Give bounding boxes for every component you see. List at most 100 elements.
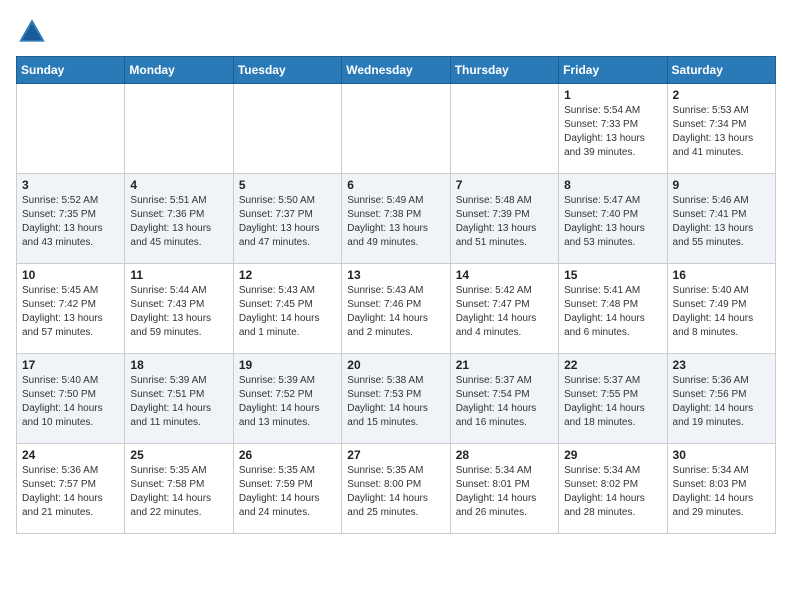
- calendar-cell: 27Sunrise: 5:35 AMSunset: 8:00 PMDayligh…: [342, 444, 450, 534]
- day-info: Sunrise: 5:52 AMSunset: 7:35 PMDaylight:…: [22, 194, 119, 250]
- calendar-cell: 22Sunrise: 5:37 AMSunset: 7:55 PMDayligh…: [559, 354, 667, 444]
- day-info: Sunrise: 5:41 AMSunset: 7:48 PMDaylight:…: [564, 284, 661, 340]
- weekday-header-friday: Friday: [559, 57, 667, 84]
- weekday-header-tuesday: Tuesday: [233, 57, 341, 84]
- day-info: Sunrise: 5:48 AMSunset: 7:39 PMDaylight:…: [456, 194, 553, 250]
- calendar-cell: 30 Sunrise: 5:34 AMSunset: 8:03 PMDayligh…: [667, 444, 775, 534]
- day-info: Sunrise: 5:43 AMSunset: 7:45 PMDaylight:…: [239, 284, 336, 340]
- weekday-header-sunday: Sunday: [17, 57, 125, 84]
- day-number: 6: [347, 178, 444, 192]
- calendar-cell: 6 Sunrise: 5:49 AMSunset: 7:38 PMDaylight…: [342, 174, 450, 264]
- calendar-cell: 21 Sunrise: 5:37 AMSunset: 7:54 PMDayligh…: [450, 354, 558, 444]
- calendar-cell: 20 Sunrise: 5:38 AMSunset: 7:53 PMDayligh…: [342, 354, 450, 444]
- calendar-cell: 25 Sunrise: 5:35 AMSunset: 7:58 PMDayligh…: [125, 444, 233, 534]
- calendar-cell: 12 Sunrise: 5:43 AMSunset: 7:45 PMDayligh…: [233, 264, 341, 354]
- day-info: Sunrise: 5:36 AMSunset: 7:57 PMDaylight:…: [22, 464, 119, 520]
- calendar-cell: 23 Sunrise: 5:36 AMSunset: 7:56 PMDayligh…: [667, 354, 775, 444]
- day-number: 24: [22, 448, 119, 462]
- day-info: Sunrise: 5:40 AMSunset: 7:50 PMDaylight:…: [22, 374, 119, 430]
- calendar-header-row: SundayMondayTuesdayWednesdayThursdayFrid…: [17, 57, 776, 84]
- calendar-cell: 18Sunrise: 5:39 AMSunset: 7:51 PMDayligh…: [125, 354, 233, 444]
- day-number: 17: [22, 358, 119, 372]
- calendar-cell: 19 Sunrise: 5:39 AMSunset: 7:52 PMDayligh…: [233, 354, 341, 444]
- day-number: 25: [130, 448, 227, 462]
- day-info: Sunrise: 5:46 AMSunset: 7:41 PMDaylight:…: [673, 194, 770, 250]
- day-number: 30: [673, 448, 770, 462]
- day-number: 26: [239, 448, 336, 462]
- day-number: 18: [130, 358, 227, 372]
- day-info: Sunrise: 5:44 AMSunset: 7:43 PMDaylight:…: [130, 284, 227, 340]
- day-info: Sunrise: 5:35 AMSunset: 8:00 PMDaylight:…: [347, 464, 444, 520]
- day-info: Sunrise: 5:43 AMSunset: 7:46 PMDaylight:…: [347, 284, 444, 340]
- calendar-cell: 3 Sunrise: 5:52 AMSunset: 7:35 PMDaylight…: [17, 174, 125, 264]
- day-number: 9: [673, 178, 770, 192]
- calendar-cell: 24 Sunrise: 5:36 AMSunset: 7:57 PMDayligh…: [17, 444, 125, 534]
- calendar-cell: [125, 84, 233, 174]
- calendar-cell: 16 Sunrise: 5:40 AMSunset: 7:49 PMDayligh…: [667, 264, 775, 354]
- weekday-header-saturday: Saturday: [667, 57, 775, 84]
- page-header: [16, 16, 776, 48]
- calendar-cell: 14 Sunrise: 5:42 AMSunset: 7:47 PMDayligh…: [450, 264, 558, 354]
- day-number: 10: [22, 268, 119, 282]
- day-info: Sunrise: 5:34 AMSunset: 8:02 PMDaylight:…: [564, 464, 661, 520]
- calendar-cell: 1 Sunrise: 5:54 AMSunset: 7:33 PMDaylight…: [559, 84, 667, 174]
- day-info: Sunrise: 5:34 AMSunset: 8:03 PMDaylight:…: [673, 464, 770, 520]
- logo: [16, 16, 52, 48]
- day-info: Sunrise: 5:34 AMSunset: 8:01 PMDaylight:…: [456, 464, 553, 520]
- calendar-cell: 28 Sunrise: 5:34 AMSunset: 8:01 PMDayligh…: [450, 444, 558, 534]
- day-number: 20: [347, 358, 444, 372]
- calendar-table: SundayMondayTuesdayWednesdayThursdayFrid…: [16, 56, 776, 534]
- calendar-week-row: 10 Sunrise: 5:45 AMSunset: 7:42 PMDayligh…: [17, 264, 776, 354]
- calendar-cell: 7 Sunrise: 5:48 AMSunset: 7:39 PMDaylight…: [450, 174, 558, 264]
- calendar-cell: [17, 84, 125, 174]
- day-number: 5: [239, 178, 336, 192]
- day-number: 7: [456, 178, 553, 192]
- logo-icon: [16, 16, 48, 48]
- day-info: Sunrise: 5:35 AMSunset: 7:58 PMDaylight:…: [130, 464, 227, 520]
- calendar-cell: 13 Sunrise: 5:43 AMSunset: 7:46 PMDayligh…: [342, 264, 450, 354]
- day-number: 12: [239, 268, 336, 282]
- calendar-week-row: 24 Sunrise: 5:36 AMSunset: 7:57 PMDayligh…: [17, 444, 776, 534]
- day-info: Sunrise: 5:40 AMSunset: 7:49 PMDaylight:…: [673, 284, 770, 340]
- day-info: Sunrise: 5:54 AMSunset: 7:33 PMDaylight:…: [564, 104, 661, 160]
- day-number: 3: [22, 178, 119, 192]
- day-number: 11: [130, 268, 227, 282]
- day-info: Sunrise: 5:35 AMSunset: 7:59 PMDaylight:…: [239, 464, 336, 520]
- day-info: Sunrise: 5:37 AMSunset: 7:55 PMDaylight:…: [564, 374, 661, 430]
- day-info: Sunrise: 5:49 AMSunset: 7:38 PMDaylight:…: [347, 194, 444, 250]
- day-number: 19: [239, 358, 336, 372]
- day-number: 13: [347, 268, 444, 282]
- day-info: Sunrise: 5:51 AMSunset: 7:36 PMDaylight:…: [130, 194, 227, 250]
- calendar-week-row: 3 Sunrise: 5:52 AMSunset: 7:35 PMDaylight…: [17, 174, 776, 264]
- calendar-cell: 11 Sunrise: 5:44 AMSunset: 7:43 PMDayligh…: [125, 264, 233, 354]
- day-number: 8: [564, 178, 661, 192]
- calendar-cell: 2Sunrise: 5:53 AMSunset: 7:34 PMDaylight…: [667, 84, 775, 174]
- day-number: 28: [456, 448, 553, 462]
- day-info: Sunrise: 5:42 AMSunset: 7:47 PMDaylight:…: [456, 284, 553, 340]
- calendar-cell: [233, 84, 341, 174]
- day-info: Sunrise: 5:37 AMSunset: 7:54 PMDaylight:…: [456, 374, 553, 430]
- day-number: 4: [130, 178, 227, 192]
- calendar-week-row: 17 Sunrise: 5:40 AMSunset: 7:50 PMDayligh…: [17, 354, 776, 444]
- day-number: 16: [673, 268, 770, 282]
- day-info: Sunrise: 5:39 AMSunset: 7:52 PMDaylight:…: [239, 374, 336, 430]
- day-info: Sunrise: 5:47 AMSunset: 7:40 PMDaylight:…: [564, 194, 661, 250]
- calendar-cell: [450, 84, 558, 174]
- day-number: 15: [564, 268, 661, 282]
- weekday-header-thursday: Thursday: [450, 57, 558, 84]
- calendar-cell: 9 Sunrise: 5:46 AMSunset: 7:41 PMDaylight…: [667, 174, 775, 264]
- day-number: 2: [673, 88, 770, 102]
- calendar-cell: [342, 84, 450, 174]
- day-info: Sunrise: 5:36 AMSunset: 7:56 PMDaylight:…: [673, 374, 770, 430]
- day-info: Sunrise: 5:38 AMSunset: 7:53 PMDaylight:…: [347, 374, 444, 430]
- day-number: 23: [673, 358, 770, 372]
- day-number: 14: [456, 268, 553, 282]
- calendar-week-row: 1 Sunrise: 5:54 AMSunset: 7:33 PMDaylight…: [17, 84, 776, 174]
- day-info: Sunrise: 5:45 AMSunset: 7:42 PMDaylight:…: [22, 284, 119, 340]
- calendar-cell: 4 Sunrise: 5:51 AMSunset: 7:36 PMDaylight…: [125, 174, 233, 264]
- calendar-cell: 5Sunrise: 5:50 AMSunset: 7:37 PMDaylight…: [233, 174, 341, 264]
- weekday-header-wednesday: Wednesday: [342, 57, 450, 84]
- calendar-cell: 15 Sunrise: 5:41 AMSunset: 7:48 PMDayligh…: [559, 264, 667, 354]
- day-number: 21: [456, 358, 553, 372]
- day-number: 1: [564, 88, 661, 102]
